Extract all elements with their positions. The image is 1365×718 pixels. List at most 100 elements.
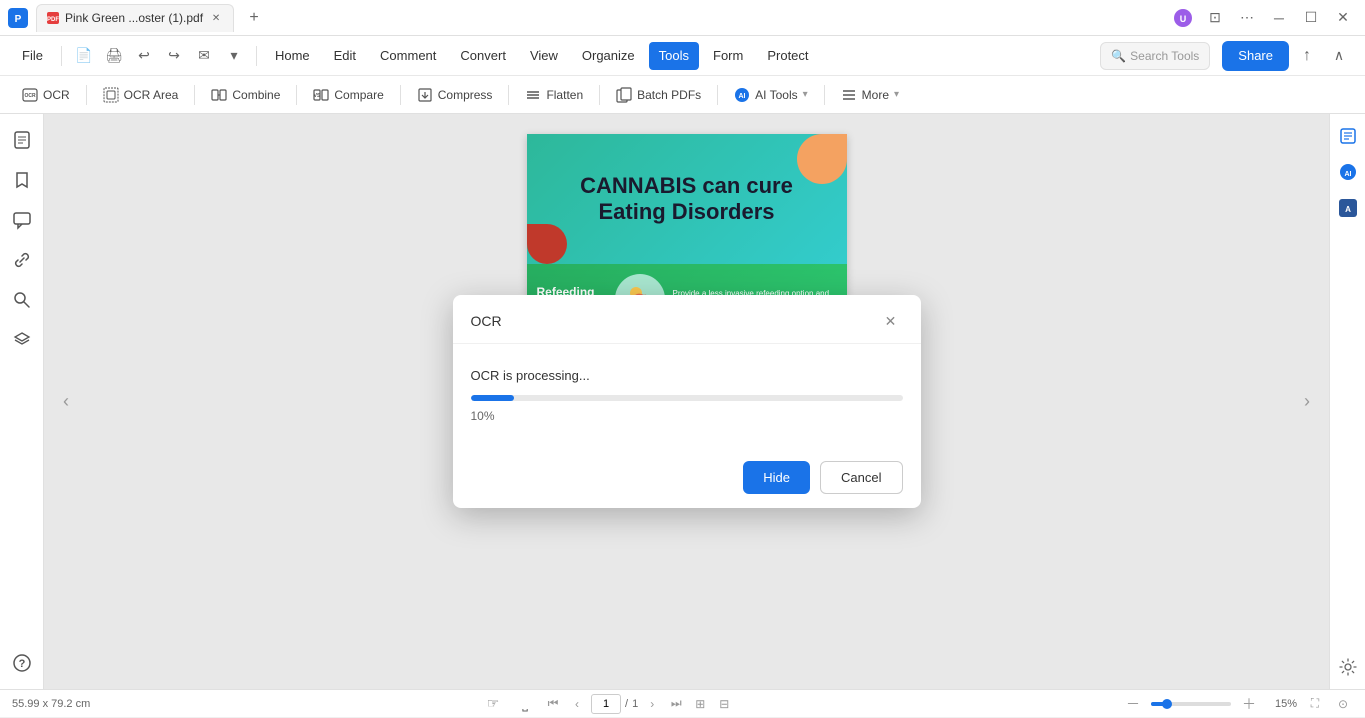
- menu-separator2: [256, 46, 257, 66]
- user-icon-btn[interactable]: U: [1169, 4, 1197, 32]
- svg-text:PDF: PDF: [47, 17, 59, 23]
- minimize-window-icon[interactable]: ⊡: [1201, 4, 1229, 32]
- menu-edit[interactable]: Edit: [324, 42, 366, 70]
- minimize-btn[interactable]: ─: [1265, 4, 1293, 32]
- email-icon[interactable]: ✉: [190, 42, 218, 70]
- dialog-body: OCR is processing... 10%: [453, 344, 921, 447]
- page-number-input[interactable]: [591, 694, 621, 714]
- dialog-close-btn[interactable]: ✕: [879, 309, 903, 333]
- first-page-btn[interactable]: ⏮: [543, 694, 563, 714]
- compare-icon: VS: [313, 87, 329, 103]
- close-btn[interactable]: ✕: [1329, 4, 1357, 32]
- sidebar-comment-icon[interactable]: [4, 202, 40, 238]
- zoom-out-btn[interactable]: －: [1123, 694, 1143, 714]
- toolbar-sep1: [86, 85, 87, 105]
- tab-title: Pink Green ...oster (1).pdf: [65, 11, 203, 25]
- menu-form[interactable]: Form: [703, 42, 753, 70]
- zoom-level: 15%: [1267, 698, 1297, 710]
- pdf-icon: PDF: [47, 12, 59, 24]
- batch-pdfs-icon: [616, 87, 632, 103]
- next-page-btn[interactable]: ›: [642, 694, 662, 714]
- redo-icon[interactable]: ↪: [160, 42, 188, 70]
- dropdown-icon[interactable]: ▾: [220, 42, 248, 70]
- ocr-area-btn[interactable]: OCR Area: [93, 81, 189, 109]
- prev-page-btn[interactable]: ‹: [567, 694, 587, 714]
- right-sidebar-settings-icon[interactable]: [1334, 653, 1362, 681]
- cursor-tool-btn[interactable]: ☞: [479, 690, 507, 718]
- right-sidebar-ai-icon[interactable]: AI: [1334, 158, 1362, 186]
- search-tools-btn[interactable]: 🔍 Search Tools: [1100, 42, 1210, 70]
- menu-protect[interactable]: Protect: [757, 42, 818, 70]
- combine-btn[interactable]: Combine: [201, 81, 290, 109]
- menu-file[interactable]: File: [12, 44, 53, 67]
- toolbar-sep7: [717, 85, 718, 105]
- maximize-btn[interactable]: ☐: [1297, 4, 1325, 32]
- svg-text:AI: AI: [1344, 171, 1351, 178]
- dialog-footer: Hide Cancel: [453, 447, 921, 508]
- dialog-overlay: OCR ✕ OCR is processing... 10% Hide Canc…: [44, 114, 1329, 689]
- tab-pdf[interactable]: PDF Pink Green ...oster (1).pdf ✕: [36, 4, 234, 32]
- help-circle-btn[interactable]: ⊙: [1333, 694, 1353, 714]
- new-file-icon[interactable]: 📄: [70, 42, 98, 70]
- svg-text:OCR: OCR: [24, 93, 36, 99]
- ocr-area-icon: [103, 87, 119, 103]
- more-btn[interactable]: More ▾: [831, 81, 909, 109]
- print-icon[interactable]: 🖨: [100, 42, 128, 70]
- ocr-icon: OCR: [22, 87, 38, 103]
- fit-page-btn[interactable]: ⊞: [690, 694, 710, 714]
- sidebar-search-icon[interactable]: [4, 282, 40, 318]
- menu-home[interactable]: Home: [265, 42, 320, 70]
- app-icon: P: [8, 8, 28, 28]
- ai-tools-btn[interactable]: AI AI Tools ▾: [724, 81, 818, 109]
- last-page-btn[interactable]: ⏭: [666, 694, 686, 714]
- text-select-tool-btn[interactable]: ⎵: [511, 690, 539, 718]
- ocr-dialog: OCR ✕ OCR is processing... 10% Hide Canc…: [453, 295, 921, 508]
- zoom-slider[interactable]: [1151, 702, 1231, 706]
- ai-tools-chevron: ▾: [803, 89, 808, 100]
- ocr-btn[interactable]: OCR OCR: [12, 81, 80, 109]
- menubar: File 📄 🖨 ↩ ↪ ✉ ▾ Home Edit Comment Conve…: [0, 36, 1365, 76]
- cancel-button[interactable]: Cancel: [820, 461, 902, 494]
- menu-convert[interactable]: Convert: [450, 42, 516, 70]
- sidebar-link-icon[interactable]: [4, 242, 40, 278]
- flatten-btn[interactable]: Flatten: [515, 81, 593, 109]
- ai-tools-label: AI Tools: [755, 88, 797, 102]
- zoom-slider-thumb: [1162, 699, 1172, 709]
- share-button[interactable]: Share: [1222, 41, 1289, 71]
- undo-icon[interactable]: ↩: [130, 42, 158, 70]
- right-sidebar-properties-icon[interactable]: [1334, 122, 1362, 150]
- sidebar-help-icon[interactable]: ?: [4, 645, 40, 681]
- compare-btn[interactable]: VS Compare: [303, 81, 393, 109]
- tab-close-btn[interactable]: ✕: [209, 11, 223, 25]
- toolbar-icons: 📄 🖨 ↩ ↪ ✉ ▾: [70, 42, 248, 70]
- sidebar-bookmark-icon[interactable]: [4, 162, 40, 198]
- menu-view[interactable]: View: [520, 42, 568, 70]
- sidebar-layers-icon[interactable]: [4, 322, 40, 358]
- hide-button[interactable]: Hide: [743, 461, 810, 494]
- menu-comment[interactable]: Comment: [370, 42, 446, 70]
- zoom-in-btn[interactable]: ＋: [1239, 694, 1259, 714]
- sidebar-page-icon[interactable]: [4, 122, 40, 158]
- window-controls: U ⊡ ⋯ ─ ☐ ✕: [1169, 4, 1357, 32]
- menu-organize[interactable]: Organize: [572, 42, 645, 70]
- ocr-area-label: OCR Area: [124, 88, 179, 102]
- total-pages: 1: [632, 698, 638, 710]
- compress-label: Compress: [438, 88, 493, 102]
- more-options-icon[interactable]: ⋯: [1233, 4, 1261, 32]
- compress-btn[interactable]: Compress: [407, 81, 503, 109]
- batch-pdfs-btn[interactable]: Batch PDFs: [606, 81, 711, 109]
- combine-label: Combine: [232, 88, 280, 102]
- right-sidebar-word-icon[interactable]: A: [1334, 194, 1362, 222]
- toolbar-sep8: [824, 85, 825, 105]
- new-tab-btn[interactable]: +: [242, 6, 266, 30]
- collapse-icon[interactable]: ∧: [1325, 42, 1353, 70]
- svg-text:A: A: [1345, 205, 1351, 214]
- fit-width-btn[interactable]: ⊟: [714, 694, 734, 714]
- fullscreen-btn[interactable]: ⛶: [1305, 694, 1325, 714]
- toolbar-sep4: [400, 85, 401, 105]
- content-area: ‹ › CANNABIS can cure Eating Disorders R…: [44, 114, 1329, 689]
- upload-icon[interactable]: ↑: [1293, 42, 1321, 70]
- svg-text:?: ?: [18, 658, 25, 670]
- dialog-title: OCR: [471, 313, 502, 329]
- menu-tools[interactable]: Tools: [649, 42, 699, 70]
